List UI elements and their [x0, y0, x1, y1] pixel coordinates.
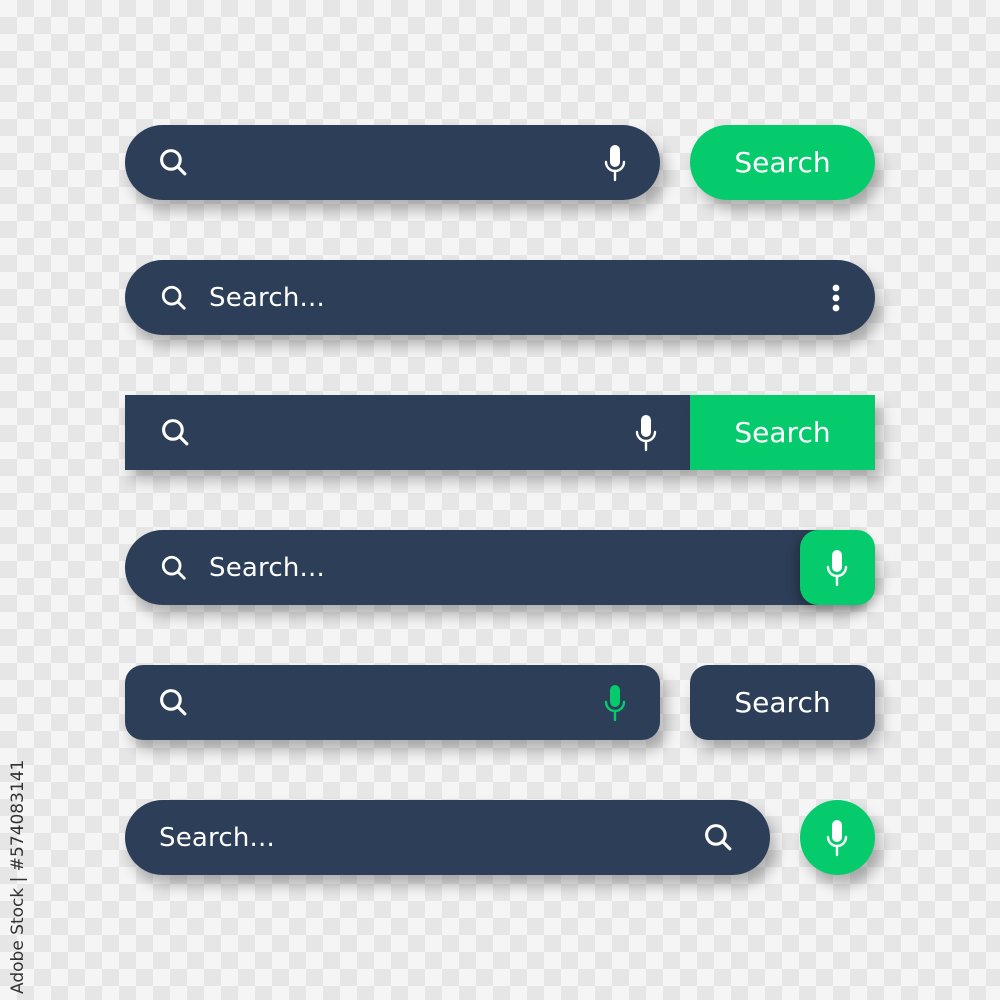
search-icon[interactable]	[160, 554, 188, 582]
stock-watermark: Adobe Stock | #574083141	[8, 759, 28, 994]
mic-icon	[825, 818, 849, 858]
voice-search-button-4[interactable]	[800, 530, 875, 605]
mic-icon[interactable]	[603, 683, 627, 723]
search-input-2[interactable]: Search...	[125, 260, 875, 335]
search-icon[interactable]	[158, 687, 189, 718]
mic-icon[interactable]	[634, 413, 658, 453]
search-placeholder: Search...	[209, 552, 325, 583]
search-icon[interactable]	[160, 284, 188, 312]
search-button-5[interactable]: Search	[690, 665, 875, 740]
search-placeholder: Search...	[209, 282, 325, 313]
search-input-4[interactable]: Search...	[125, 530, 875, 605]
search-input-6[interactable]: Search...	[125, 800, 770, 875]
mic-icon[interactable]	[603, 143, 627, 183]
search-icon[interactable]	[158, 147, 189, 178]
search-button-label: Search	[734, 416, 831, 449]
search-button-label: Search	[734, 146, 831, 179]
search-input-3[interactable]	[125, 395, 690, 470]
voice-search-button-6[interactable]	[800, 800, 875, 875]
more-vertical-icon[interactable]	[831, 283, 841, 313]
search-button-3[interactable]: Search	[690, 395, 875, 470]
search-button-1[interactable]: Search	[690, 125, 875, 200]
search-icon[interactable]	[160, 417, 191, 448]
search-icon[interactable]	[703, 822, 734, 853]
search-input-5[interactable]	[125, 665, 660, 740]
search-button-label: Search	[734, 686, 831, 719]
search-placeholder: Search...	[159, 822, 275, 853]
search-input-1[interactable]	[125, 125, 660, 200]
mic-icon	[825, 548, 849, 588]
